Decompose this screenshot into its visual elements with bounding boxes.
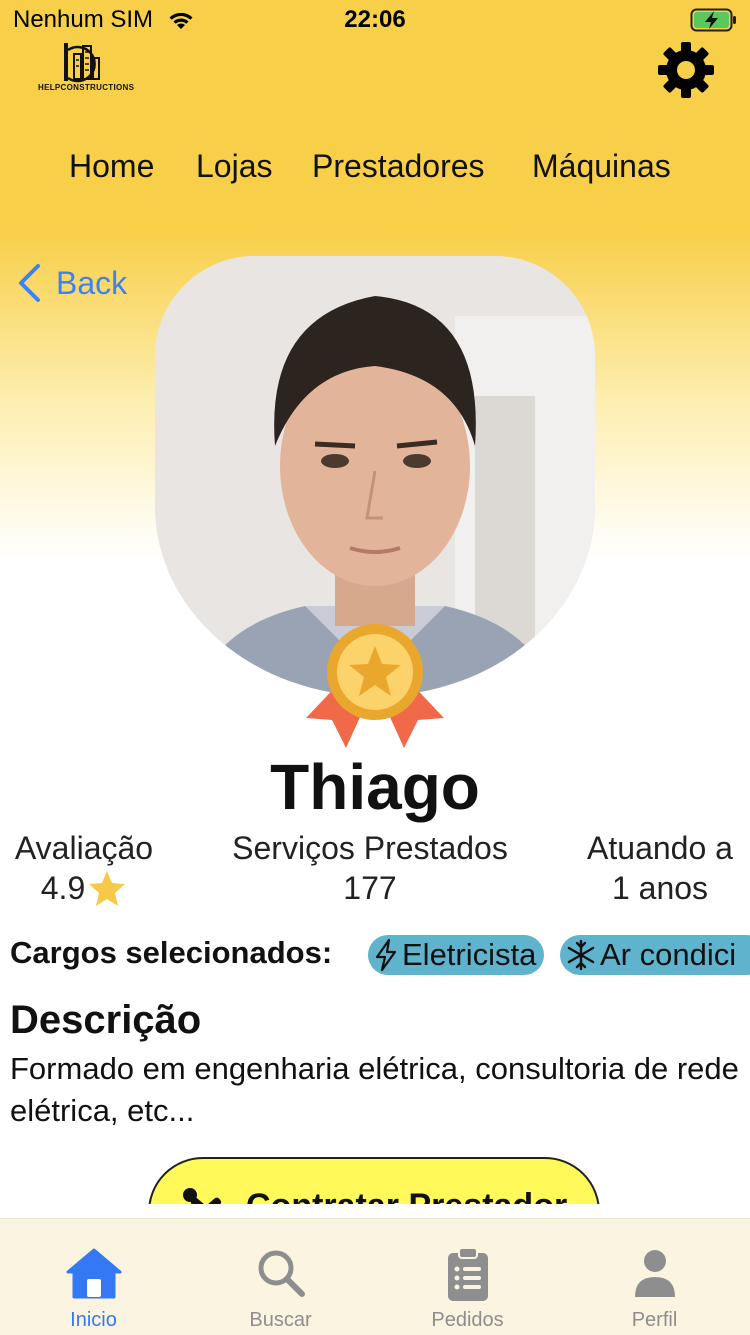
stat-services-label: Serviços Prestados	[232, 830, 508, 866]
role-chip-eletricista[interactable]: Eletricista	[368, 935, 545, 975]
cta-clip: Contratar Prestador	[0, 1150, 750, 1204]
stat-services-value: 177	[343, 870, 397, 906]
hire-provider-button[interactable]: Contratar Prestador	[148, 1157, 600, 1204]
status-bar: Nenhum SIM 22:06	[0, 0, 750, 40]
gear-icon[interactable]	[654, 38, 718, 102]
nav-home[interactable]: Home	[69, 148, 154, 185]
brand-logo[interactable]: HELPCONSTRUCTIONS	[38, 40, 134, 100]
back-label: Back	[56, 264, 128, 301]
status-time: 22:06	[344, 6, 406, 33]
home-icon	[66, 1248, 121, 1299]
tab-label: Inicio	[70, 1309, 117, 1331]
nav-prestadores[interactable]: Prestadores	[312, 148, 485, 185]
snowflake-icon	[567, 939, 595, 971]
tab-label: Perfil	[631, 1309, 678, 1331]
star-icon	[89, 871, 126, 906]
top-nav: Home Lojas Prestadores Máquinas	[0, 140, 750, 200]
role-chip-label: Eletricista	[402, 937, 537, 972]
chevron-left-icon	[19, 264, 40, 302]
stat-rating-label: Avaliação	[14, 830, 154, 866]
nav-maquinas[interactable]: Máquinas	[532, 148, 671, 185]
role-chip-ar-condicionado[interactable]: Ar condici	[560, 935, 750, 975]
back-button[interactable]: Back	[16, 258, 127, 308]
nav-lojas[interactable]: Lojas	[196, 148, 273, 185]
logo-wordmark: HELPCONSTRUCTIONS	[38, 83, 135, 92]
stat-rating: Avaliação 4.9	[4, 828, 164, 908]
stat-experience: Atuando a 1 anos	[575, 828, 745, 908]
user-icon	[634, 1250, 675, 1297]
stat-experience-label: Atuando a	[587, 830, 733, 866]
role-chip-label: Ar condici	[600, 937, 737, 972]
stat-services: Serviços Prestados 177	[200, 828, 540, 908]
search-icon	[258, 1250, 305, 1297]
tab-perfil[interactable]: Perfil	[561, 1219, 748, 1335]
medal-badge-icon	[306, 624, 444, 748]
roles-label: Cargos selecionados:	[10, 935, 333, 970]
description-text: Formado em engenharia elétrica, consulto…	[10, 1051, 739, 1128]
description-title: Descrição	[10, 998, 202, 1042]
stat-experience-value: 1 anos	[611, 870, 709, 906]
tab-buscar[interactable]: Buscar	[187, 1219, 374, 1335]
tools-icon	[183, 1188, 222, 1204]
hire-provider-label: Contratar Prestador	[246, 1187, 567, 1204]
provider-name: Thiago	[270, 751, 480, 823]
selected-roles: Cargos selecionados: Eletricista Ar cond…	[10, 932, 750, 976]
stat-rating-value: 4.9	[40, 870, 86, 906]
tab-pedidos[interactable]: Pedidos	[374, 1219, 561, 1335]
bottom-tab-bar: Inicio Buscar Pedidos Perfil	[0, 1218, 750, 1335]
battery-charging-icon	[690, 8, 736, 32]
building-logo-icon	[64, 43, 100, 83]
lightning-icon	[375, 938, 397, 972]
tab-label: Pedidos	[431, 1309, 504, 1331]
clipboard-icon	[447, 1247, 488, 1301]
tab-label: Buscar	[249, 1309, 312, 1331]
tab-inicio[interactable]: Inicio	[0, 1219, 187, 1335]
